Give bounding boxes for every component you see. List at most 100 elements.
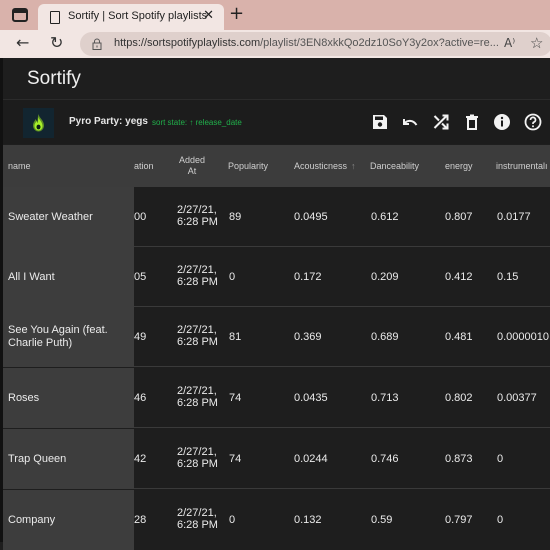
popularity-cell: 74	[229, 392, 242, 404]
duration-cell: 46	[134, 392, 147, 404]
app-title[interactable]: Sortify	[27, 68, 81, 90]
address-bar: ← ↻ https://sortspotifyplaylists.com/pla…	[0, 30, 550, 58]
url-input[interactable]: https://sortspotifyplaylists.com/playlis…	[80, 32, 550, 56]
column-header-added-at[interactable]: Added At	[177, 155, 207, 177]
track-name: Trap Queen	[8, 452, 67, 465]
sort-state: sort state: ↑ release_date	[152, 118, 242, 127]
track-name-cell: Roses	[3, 368, 134, 428]
energy-cell: 0.797	[445, 514, 473, 526]
track-name-cell: Company	[3, 490, 134, 550]
instrumentalness-cell: 0.0000010	[497, 331, 549, 343]
save-icon	[373, 115, 387, 129]
info-button[interactable]	[493, 113, 511, 131]
lock-icon[interactable]	[92, 38, 102, 50]
tab-title: Sortify | Sort Spotify playlists	[68, 10, 208, 22]
added-at-cell: 2/27/21, 6:28 PM	[177, 324, 218, 348]
added-date: 2/27/21,	[177, 204, 217, 216]
duration-cell: 05	[134, 271, 147, 283]
acousticness-cell: 0.0435	[294, 392, 328, 404]
duration-cell: 49	[134, 331, 147, 343]
added-at-cell: 2/27/21, 6:28 PM	[177, 385, 218, 409]
added-time: 6:28 PM	[177, 397, 218, 409]
added-at-cell: 2/27/21, 6:28 PM	[177, 446, 218, 470]
undo-button[interactable]	[401, 113, 419, 131]
url-text: https://sortspotifyplaylists.com/playlis…	[114, 37, 499, 49]
sort-asc-icon: ↑	[351, 161, 356, 171]
energy-cell: 0.873	[445, 453, 473, 465]
read-aloud-icon[interactable]: A⁾	[504, 36, 515, 50]
track-name: See You Again (feat. Charlie Puth)	[8, 324, 108, 349]
table-row[interactable]: Roses 46 2/27/21, 6:28 PM 74 0.0435 0.713…	[3, 368, 550, 428]
added-time: 6:28 PM	[177, 216, 218, 228]
popularity-cell: 81	[229, 331, 242, 343]
table-row[interactable]: All I Want 05 2/27/21, 6:28 PM 0 0.172 0.…	[3, 247, 550, 307]
added-at-line-2: At	[187, 166, 197, 176]
added-date: 2/27/21,	[177, 507, 217, 519]
track-name-cell: See You Again (feat. Charlie Puth)	[3, 307, 134, 367]
added-at-line-1: Added	[178, 155, 206, 165]
danceability-cell: 0.209	[371, 271, 399, 283]
popularity-cell: 89	[229, 211, 242, 223]
column-header-popularity[interactable]: Popularity	[228, 161, 268, 172]
add-favorite-icon[interactable]: ☆	[530, 34, 543, 52]
instrumentalness-cell: 0.15	[497, 271, 519, 283]
info-icon	[494, 114, 510, 130]
shuffle-icon	[433, 114, 449, 130]
popularity-cell: 0	[229, 514, 236, 526]
help-icon	[524, 113, 542, 131]
energy-cell: 0.807	[445, 211, 473, 223]
track-table-body: Sweater Weather 00 2/27/21, 6:28 PM 89 0.…	[3, 187, 550, 550]
added-date: 2/27/21,	[177, 385, 217, 397]
track-name: Sweater Weather	[8, 210, 93, 223]
duration-cell: 28	[134, 514, 147, 526]
acousticness-cell: 0.172	[294, 271, 322, 283]
table-header: name ation Added At Popularity Acousticn…	[3, 145, 550, 187]
delete-icon	[466, 114, 478, 130]
column-header-energy[interactable]: energy	[445, 161, 473, 172]
flame-icon	[33, 114, 44, 132]
page-favicon-icon	[50, 11, 60, 24]
column-header-instrumentalness[interactable]: instrumentalı	[496, 161, 548, 172]
popularity-cell: 74	[229, 453, 242, 465]
track-name-cell: All I Want	[3, 247, 134, 307]
track-name: All I Want	[8, 270, 55, 283]
energy-cell: 0.412	[445, 271, 473, 283]
tab-close-icon[interactable]: ✕	[203, 8, 214, 23]
duration-cell: 00	[134, 211, 147, 223]
column-header-danceability[interactable]: Danceability	[370, 161, 419, 172]
energy-cell: 0.481	[445, 331, 473, 343]
instrumentalness-cell: 0.00377	[497, 392, 537, 404]
energy-cell: 0.802	[445, 392, 473, 404]
danceability-cell: 0.612	[371, 211, 399, 223]
acousticness-cell: 0.132	[294, 514, 322, 526]
column-header-acousticness[interactable]: Acousticness ↑	[294, 161, 356, 172]
added-date: 2/27/21,	[177, 324, 217, 336]
track-name: Roses	[8, 391, 40, 404]
added-time: 6:28 PM	[177, 276, 218, 288]
table-row[interactable]: Company 28 2/27/21, 6:28 PM 0 0.132 0.59 …	[3, 490, 550, 550]
added-at-cell: 2/27/21, 6:28 PM	[177, 507, 218, 531]
column-header-name[interactable]: name	[8, 161, 31, 172]
table-row[interactable]: See You Again (feat. Charlie Puth) 49 2/…	[3, 307, 550, 367]
popularity-cell: 0	[229, 271, 236, 283]
new-tab-button[interactable]: +	[229, 3, 244, 24]
shuffle-button[interactable]	[432, 113, 450, 131]
acousticness-cell: 0.369	[294, 331, 322, 343]
acousticness-cell: 0.0244	[294, 453, 328, 465]
playlist-name: Pyro Party: yegs	[69, 116, 148, 127]
acousticness-cell: 0.0495	[294, 211, 328, 223]
added-date: 2/27/21,	[177, 446, 217, 458]
acousticness-label: Acousticness	[294, 161, 348, 171]
save-button[interactable]	[371, 113, 389, 131]
column-header-duration[interactable]: ation	[134, 161, 154, 172]
back-button[interactable]: ←	[16, 33, 29, 52]
table-row[interactable]: Sweater Weather 00 2/27/21, 6:28 PM 89 0.…	[3, 187, 550, 247]
delete-button[interactable]	[463, 113, 481, 131]
url-path: /playlist/3EN8xkkQo2dz10SoY3y2ox?active=…	[260, 37, 499, 49]
table-row[interactable]: Trap Queen 42 2/27/21, 6:28 PM 74 0.0244 …	[3, 429, 550, 489]
danceability-cell: 0.59	[371, 514, 393, 526]
browser-tab[interactable]: Sortify | Sort Spotify playlists ✕	[38, 4, 224, 30]
tab-actions-icon[interactable]	[12, 8, 28, 22]
refresh-button[interactable]: ↻	[50, 33, 63, 52]
help-button[interactable]	[524, 113, 542, 131]
